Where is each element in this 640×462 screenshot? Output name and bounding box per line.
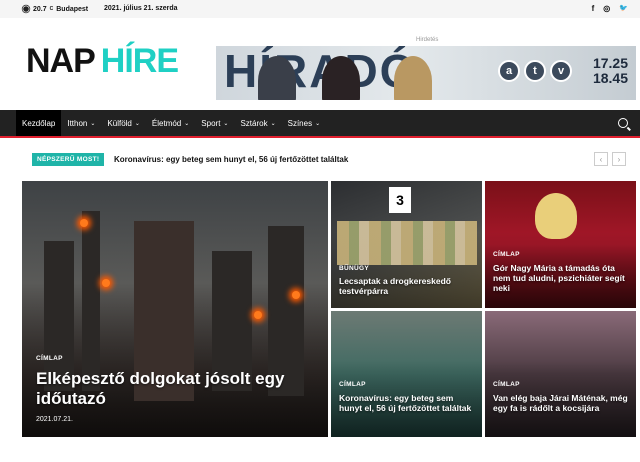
search-icon[interactable]	[618, 118, 628, 128]
article-category[interactable]: CÍMLAP	[493, 381, 520, 388]
ticker-label: NÉPSZERŰ MOST!	[32, 153, 105, 166]
channel-letter: v	[550, 60, 572, 82]
fire-shape	[254, 311, 262, 319]
twitter-icon[interactable]: 🐦	[619, 4, 628, 13]
nav-item-label: Sport	[201, 118, 221, 128]
ticker-prev-button[interactable]: ‹	[594, 152, 608, 166]
fire-shape	[102, 279, 110, 287]
chevron-down-icon: ⌄	[315, 120, 321, 127]
chevron-left-icon: ‹	[599, 154, 603, 164]
anchor-photo-3	[394, 56, 432, 100]
article-headline[interactable]: Gór Nagy Mária a támadás óta nem tud alu…	[493, 263, 631, 293]
article-gor-nagy-maria[interactable]: CÍMLAP Gór Nagy Mária a támadás óta nem …	[485, 181, 636, 308]
channel-letter: t	[524, 60, 546, 82]
building-shape	[82, 211, 100, 391]
nav-item-kezdolap[interactable]: Kezdőlap	[16, 110, 62, 136]
ad-times: 17.25 18.45	[593, 56, 628, 85]
temperature-unit: C	[49, 6, 54, 12]
chevron-down-icon: ⌄	[223, 120, 229, 127]
article-category[interactable]: CÍMLAP	[493, 251, 520, 258]
article-headline[interactable]: Van elég baja Járai Máténak, még egy fa …	[493, 393, 631, 413]
ticker-next-button[interactable]: ›	[612, 152, 626, 166]
ad-time-2: 18.45	[592, 69, 628, 86]
instagram-icon[interactable]: ◎	[603, 4, 610, 13]
nav-item-kulfold[interactable]: Külföld ⌄	[101, 110, 146, 136]
ad-label: Hirdetés	[416, 37, 439, 43]
nav-item-label: Életmód	[151, 118, 182, 128]
nav-item-sztarok[interactable]: Sztárok ⌄	[234, 110, 281, 136]
city: Budapest	[56, 5, 89, 13]
article-category[interactable]: CÍMLAP	[36, 355, 63, 362]
nav-item-label: Kezdőlap	[22, 118, 56, 128]
nav-item-label: Sztárok	[240, 118, 268, 128]
article-koronavirus[interactable]: CÍMLAP Koronavírus: egy beteg sem hunyt …	[331, 311, 482, 437]
sun-icon	[23, 6, 29, 12]
current-date: 2021. július 21. szerda	[104, 5, 178, 12]
article-headline[interactable]: Elképesztő dolgokat jósolt egy időutazó	[36, 369, 316, 409]
fire-shape	[80, 219, 88, 227]
main-nav: Kezdőlap Itthon ⌄ Külföld ⌄ Életmód ⌄ Sp…	[0, 110, 640, 138]
channel-letter: a	[498, 60, 520, 82]
nav-item-label: Külföld	[107, 118, 132, 128]
logo-part-1: NAP	[26, 42, 96, 80]
banknotes-image	[337, 221, 477, 265]
nav-item-label: Színes	[287, 118, 313, 128]
logo-part-2: HÍRE	[100, 42, 179, 80]
article-date: 2021.07.21.	[36, 416, 73, 423]
nav-item-eletmod[interactable]: Életmód ⌄	[146, 110, 195, 136]
ad-time-1: 17.25	[592, 55, 628, 71]
chevron-right-icon: ›	[617, 154, 621, 164]
chevron-down-icon: ⌄	[134, 120, 140, 127]
anchor-photo-2	[322, 56, 360, 100]
ad-banner[interactable]: HÍRADÓ a t v 17.25 18.45	[216, 46, 636, 100]
social-links: f ◎ 🐦	[592, 4, 628, 13]
site-logo[interactable]: NAP HÍRE	[26, 42, 179, 80]
article-headline[interactable]: Lecsaptak a drogkereskedő testvérpárra	[339, 276, 477, 296]
article-main[interactable]: CÍMLAP Elképesztő dolgokat jósolt egy id…	[22, 181, 328, 437]
chevron-down-icon: ⌄	[90, 120, 96, 127]
nav-item-sport[interactable]: Sport ⌄	[195, 110, 234, 136]
article-headline[interactable]: Koronavírus: egy beteg sem hunyt el, 56 …	[339, 393, 477, 413]
article-category[interactable]: BŰNÜGY	[339, 265, 369, 272]
top-bar: 20.7 C Budapest 2021. július 21. szerda …	[0, 0, 640, 18]
ticker-headline[interactable]: Koronavírus: egy beteg sem hunyt el, 56 …	[114, 155, 348, 164]
evidence-tag: 3	[389, 187, 411, 213]
article-jarai-mate[interactable]: CÍMLAP Van elég baja Járai Máténak, még …	[485, 311, 636, 437]
article-drug-dealers[interactable]: 3 BŰNÜGY Lecsaptak a drogkereskedő testv…	[331, 181, 482, 308]
article-category[interactable]: CÍMLAP	[339, 381, 366, 388]
person-photo	[535, 193, 577, 239]
ad-title: HÍRADÓ	[224, 46, 418, 97]
temperature: 20.7	[33, 5, 47, 13]
nav-item-label: Itthon	[67, 118, 88, 128]
weather-widget: 20.7 C Budapest	[22, 5, 88, 13]
fire-shape	[292, 291, 300, 299]
nav-item-itthon[interactable]: Itthon ⌄	[61, 110, 101, 136]
nav-item-szines[interactable]: Színes ⌄	[282, 110, 327, 136]
chevron-down-icon: ⌄	[270, 120, 276, 127]
chevron-down-icon: ⌄	[184, 120, 190, 127]
anchor-photo-1	[258, 56, 296, 100]
nav-items: Kezdőlap Itthon ⌄ Külföld ⌄ Életmód ⌄ Sp…	[16, 110, 326, 138]
facebook-icon[interactable]: f	[592, 4, 595, 13]
channel-logo: a t v	[498, 60, 572, 82]
